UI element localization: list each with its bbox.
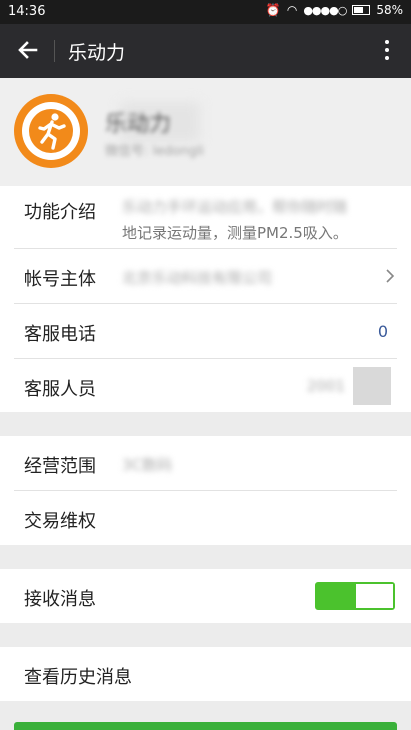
account-id: 微信号: ledongli <box>105 144 205 159</box>
staff-avatar <box>353 367 391 405</box>
receive-messages-label: 接收消息 <box>24 589 96 610</box>
history-label: 查看历史消息 <box>24 667 132 688</box>
signal-icon: ●●●●○ <box>303 3 347 17</box>
intro-row: 功能介绍 乐动力手环运动应用，帮你随时随 地记录运动量，测量PM2.5吸入。 <box>0 186 411 248</box>
intro-label: 功能介绍 <box>24 202 96 223</box>
profile-header: 乐动力 微信号: ledongli <box>0 78 411 186</box>
messages-section: 接收消息 <box>0 569 411 623</box>
account-owner-value: 北京乐动科技有限公司 <box>122 269 273 287</box>
status-time: 14:36 <box>8 4 46 19</box>
account-owner-label: 帐号主体 <box>24 269 96 290</box>
account-owner-row[interactable]: 帐号主体 北京乐动科技有限公司 <box>0 249 411 303</box>
scope-value: 3C数码 <box>122 456 173 474</box>
rights-label: 交易维权 <box>24 511 96 532</box>
staff-value: 2001 <box>306 377 345 395</box>
account-name: 乐动力 <box>105 112 172 137</box>
status-bar: 14:36 ⏰ ◠ ●●●●○ 58% <box>0 0 411 24</box>
runner-icon <box>29 109 73 153</box>
history-row[interactable]: 查看历史消息 <box>0 647 411 701</box>
scope-label: 经营范围 <box>24 456 96 477</box>
staff-label: 客服人员 <box>24 379 96 400</box>
chevron-right-icon <box>386 269 395 283</box>
receive-messages-toggle[interactable] <box>315 582 395 610</box>
app-bar: 乐动力 <box>0 24 411 78</box>
status-icons: ⏰ ◠ ●●●●○ 58% <box>266 3 403 17</box>
phone-value: 0 <box>377 322 388 341</box>
receive-messages-row: 接收消息 <box>0 569 411 623</box>
battery-icon <box>352 5 371 15</box>
history-section: 查看历史消息 <box>0 647 411 701</box>
more-options-icon[interactable] <box>383 38 391 64</box>
page-title: 乐动力 <box>68 42 126 64</box>
battery-level: 58% <box>376 3 403 17</box>
intro-text: 乐动力手环运动应用，帮你随时随 地记录运动量，测量PM2.5吸入。 <box>122 198 348 242</box>
phone-label: 客服电话 <box>24 324 96 345</box>
back-arrow-icon[interactable] <box>14 36 42 64</box>
scope-row: 经营范围 3C数码 <box>0 436 411 490</box>
phone-row[interactable]: 客服电话 0 <box>0 304 411 358</box>
staff-row[interactable]: 客服人员 2001 <box>0 359 411 412</box>
info-section: 功能介绍 乐动力手环运动应用，帮你随时随 地记录运动量，测量PM2.5吸入。 帐… <box>0 186 411 412</box>
app-bar-divider <box>54 40 55 62</box>
enter-account-button[interactable] <box>14 722 397 730</box>
alarm-icon: ⏰ <box>265 3 281 17</box>
account-logo <box>14 94 88 168</box>
business-section: 经营范围 3C数码 交易维权 <box>0 436 411 545</box>
wifi-icon: ◠ <box>286 3 298 17</box>
rights-row[interactable]: 交易维权 <box>0 491 411 545</box>
